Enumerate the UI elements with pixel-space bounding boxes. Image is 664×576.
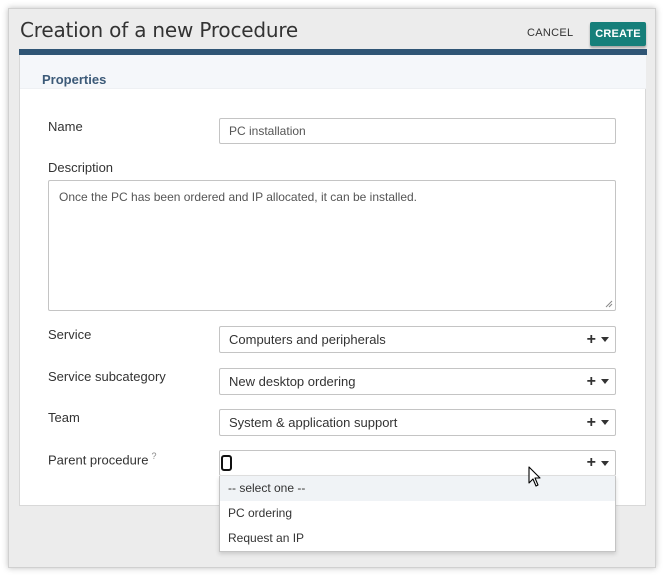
description-label: Description [48,160,114,175]
page-title: Creation of a new Procedure [20,18,299,42]
service-subcategory-select-value: New desktop ordering [229,374,356,389]
text-caret-icon [221,455,232,471]
name-input[interactable]: PC installation [219,118,616,144]
parent-procedure-select[interactable]: + [219,450,616,476]
service-subcategory-select[interactable]: New desktop ordering + [219,368,616,395]
dropdown-option[interactable]: Request an IP [220,526,615,551]
mouse-pointer-icon [528,466,541,487]
name-label: Name [48,119,83,134]
panel-title: Properties [42,72,107,87]
description-textarea[interactable]: Once the PC has been ordered and IP allo… [48,180,616,311]
add-team-icon[interactable]: + [587,414,596,431]
add-parent-procedure-icon[interactable]: + [587,455,596,471]
panel-header: Properties [20,55,646,89]
parent-procedure-label-text: Parent procedure [48,452,149,468]
team-label: Team [48,410,80,425]
service-subcategory-label: Service subcategory [48,369,166,384]
dropdown-option[interactable]: -- select one -- [220,476,615,501]
chevron-down-icon[interactable] [601,379,609,384]
dropdown-option[interactable]: PC ordering [220,501,615,526]
chevron-down-icon[interactable] [601,460,609,466]
description-value: Once the PC has been ordered and IP allo… [59,190,418,204]
create-button[interactable]: CREATE [590,22,646,46]
add-service-icon[interactable]: + [587,331,596,348]
service-select[interactable]: Computers and peripherals + [219,326,616,353]
team-select-value: System & application support [229,415,398,430]
chevron-down-icon[interactable] [601,337,609,342]
parent-procedure-dropdown: -- select one -- PC ordering Request an … [219,476,616,552]
add-subcategory-icon[interactable]: + [587,373,596,390]
parent-procedure-label: Parent procedure? [48,451,156,467]
name-input-value: PC installation [229,124,306,138]
cancel-button[interactable]: CANCEL [527,23,573,43]
question-mark-icon[interactable]: ? [151,451,156,461]
service-select-value: Computers and peripherals [229,332,386,347]
team-select[interactable]: System & application support + [219,409,616,436]
chevron-down-icon[interactable] [601,420,609,425]
service-label: Service [48,327,92,342]
resize-handle-icon[interactable] [605,300,613,308]
